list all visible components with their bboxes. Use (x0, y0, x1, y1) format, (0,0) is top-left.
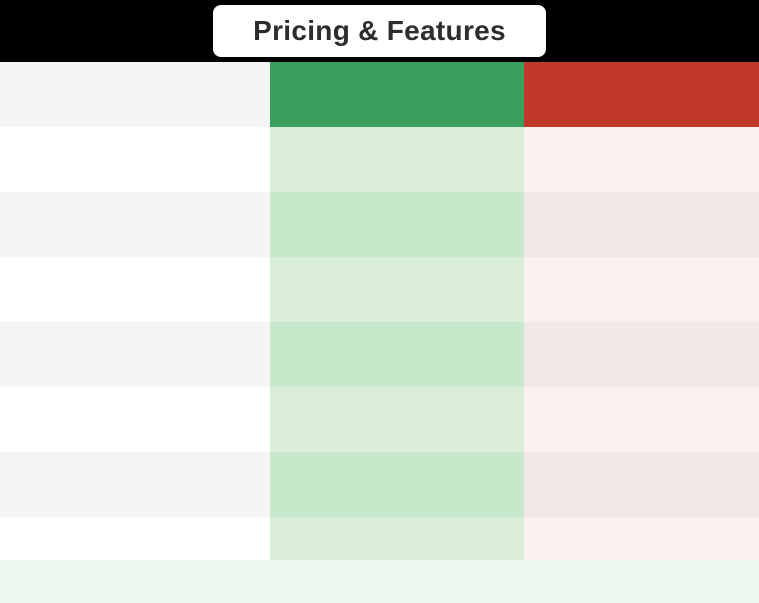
cell-right (524, 452, 759, 517)
table-row (0, 322, 759, 387)
cell-right (524, 192, 759, 257)
table-area (0, 62, 759, 603)
cell-left (0, 452, 270, 517)
header-cell-middle (270, 62, 524, 127)
table-row (0, 517, 759, 560)
header-cell-left (0, 62, 270, 127)
cell-middle (270, 387, 524, 452)
cell-left (0, 192, 270, 257)
header-area: Pricing & Features (0, 0, 759, 62)
cell-middle (270, 192, 524, 257)
cell-middle-last (270, 560, 524, 603)
cell-left (0, 387, 270, 452)
cell-middle (270, 452, 524, 517)
table-row (0, 257, 759, 322)
cell-middle (270, 127, 524, 192)
cell-middle (270, 257, 524, 322)
cell-right (524, 127, 759, 192)
header-cell-right (524, 62, 759, 127)
cell-middle (270, 517, 524, 560)
cell-middle (270, 322, 524, 387)
table-row (0, 452, 759, 517)
cell-right (524, 257, 759, 322)
table-header-row (0, 62, 759, 127)
table-row-last (0, 560, 759, 603)
cell-left-last (0, 560, 270, 603)
table-row (0, 192, 759, 257)
cell-right (524, 517, 759, 560)
cell-right-last (524, 560, 759, 603)
page-title: Pricing & Features (253, 15, 506, 47)
title-box: Pricing & Features (213, 5, 546, 57)
cell-right (524, 387, 759, 452)
cell-left (0, 127, 270, 192)
table-row (0, 387, 759, 452)
page-wrapper: Pricing & Features (0, 0, 759, 603)
cell-left (0, 322, 270, 387)
table-row (0, 127, 759, 192)
cell-right (524, 322, 759, 387)
cell-left (0, 517, 270, 560)
cell-left (0, 257, 270, 322)
